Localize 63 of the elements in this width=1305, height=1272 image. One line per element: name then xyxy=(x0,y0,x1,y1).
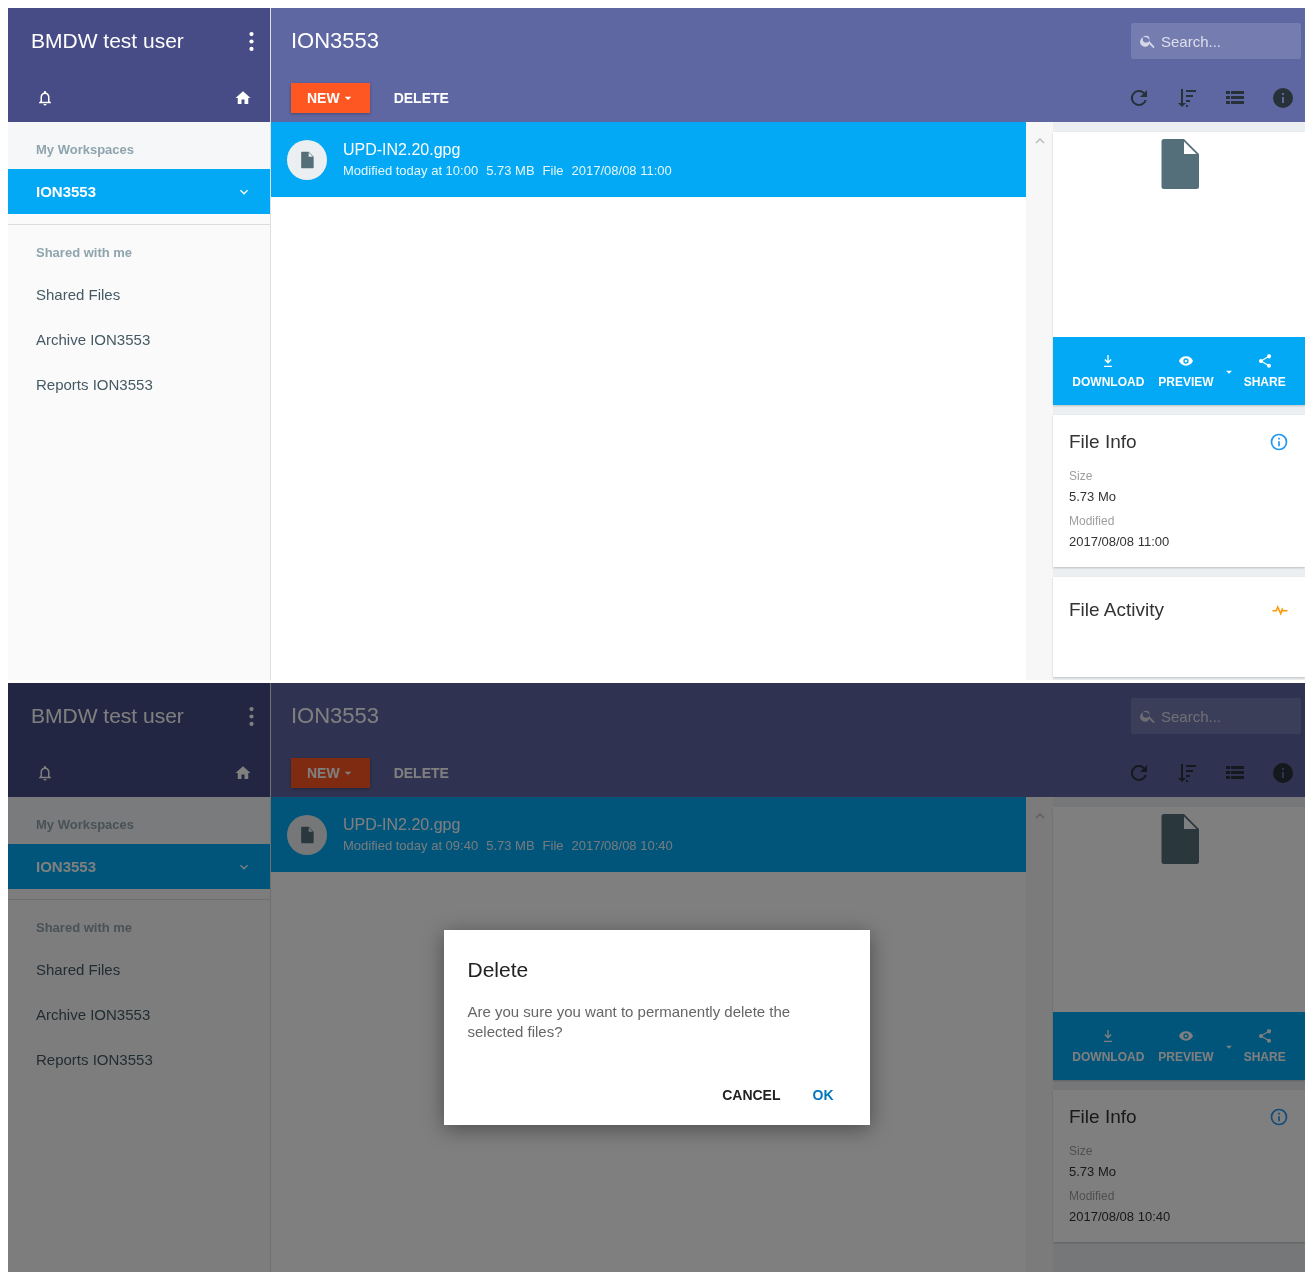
file-detail: File xyxy=(542,163,564,178)
share-button[interactable]: SHARE xyxy=(1237,1028,1292,1064)
bell-icon xyxy=(36,764,54,782)
card-title: File Info xyxy=(1069,1106,1137,1128)
info-icon xyxy=(1271,86,1295,110)
file-name: UPD-IN2.20.gpg xyxy=(343,816,462,834)
card-title: File Info xyxy=(1069,431,1137,453)
file-detail: 5.73 MB xyxy=(486,838,535,853)
new-button[interactable]: NEW xyxy=(291,758,370,788)
download-button[interactable]: DOWNLOAD xyxy=(1066,353,1151,389)
preview-button[interactable]: PREVIEW xyxy=(1152,353,1220,389)
download-button[interactable]: DOWNLOAD xyxy=(1066,1028,1151,1064)
section-heading: My Workspaces xyxy=(35,142,136,159)
more-vert-icon[interactable] xyxy=(249,706,254,726)
page-title: ION3553 xyxy=(291,28,380,54)
home-icon xyxy=(234,89,252,107)
preview-button[interactable]: PREVIEW xyxy=(1152,1028,1220,1064)
sidebar-item[interactable]: ION3553 xyxy=(8,844,270,889)
file-row[interactable]: UPD-IN2.20.gpg Modified today at 10:00 5.73 MB File 2017/08/08 11:00 xyxy=(271,122,1026,197)
delete-button[interactable]: DELETE xyxy=(377,758,465,788)
dialog-message: Are you sure you want to permanently delete the selected files? xyxy=(467,1002,792,1042)
share-icon xyxy=(1256,1028,1273,1044)
file-row[interactable]: UPD-IN2.20.gpg Modified today at 09:40 5.73 MB File 2017/08/08 10:40 xyxy=(271,797,1026,872)
field-value: 5.73 Mo xyxy=(1069,1164,1117,1179)
file-detail: 2017/08/08 10:40 xyxy=(571,838,673,853)
share-button[interactable]: SHARE xyxy=(1237,353,1292,389)
sidebar-item[interactable]: ION3553 xyxy=(8,169,270,214)
user-name: BMDW test user xyxy=(31,704,184,728)
home-icon xyxy=(234,764,252,782)
info-icon xyxy=(1271,761,1295,785)
dialog-title: Delete xyxy=(467,958,530,982)
more-vert-icon[interactable] xyxy=(249,31,254,51)
cancel-button[interactable]: CANCEL xyxy=(710,1081,793,1109)
file-detail: 5.73 MB xyxy=(486,163,535,178)
bell-icon xyxy=(36,89,54,107)
eye-icon xyxy=(1178,1028,1194,1044)
sidebar-item[interactable]: Shared Files xyxy=(8,947,270,992)
sidebar-item[interactable]: Reports ION3553 xyxy=(8,1037,270,1082)
field-value: 2017/08/08 10:40 xyxy=(1069,1209,1172,1224)
field-value: 5.73 Mo xyxy=(1069,489,1117,504)
new-button[interactable]: NEW xyxy=(291,83,370,113)
info-outline-icon xyxy=(1269,432,1289,452)
ok-button[interactable]: OK xyxy=(800,1081,846,1109)
sidebar-item[interactable]: Archive ION3553 xyxy=(8,992,270,1037)
field-label: Size xyxy=(1069,469,1094,483)
delete-button[interactable]: DELETE xyxy=(377,83,465,113)
info-outline-icon xyxy=(1269,1107,1289,1127)
sidebar-item[interactable]: Shared Files xyxy=(8,272,270,317)
file-detail: 2017/08/08 11:00 xyxy=(571,163,672,178)
file-detail: File xyxy=(542,838,564,853)
sidebar-item[interactable]: Reports ION3553 xyxy=(8,362,270,407)
field-label: Modified xyxy=(1069,514,1116,528)
page-title: ION3553 xyxy=(291,703,380,729)
sidebar-item[interactable]: Archive ION3553 xyxy=(8,317,270,362)
file-name: UPD-IN2.20.gpg xyxy=(343,141,462,159)
file-detail: Modified today at 10:00 xyxy=(343,163,479,178)
field-value: 2017/08/08 11:00 xyxy=(1069,534,1171,549)
card-title: File Activity xyxy=(1069,599,1165,621)
eye-icon xyxy=(1178,353,1194,369)
section-heading: Shared with me xyxy=(35,245,134,262)
user-name: BMDW test user xyxy=(31,29,184,53)
file-detail: Modified today at 09:40 xyxy=(343,838,479,853)
share-icon xyxy=(1256,353,1273,369)
